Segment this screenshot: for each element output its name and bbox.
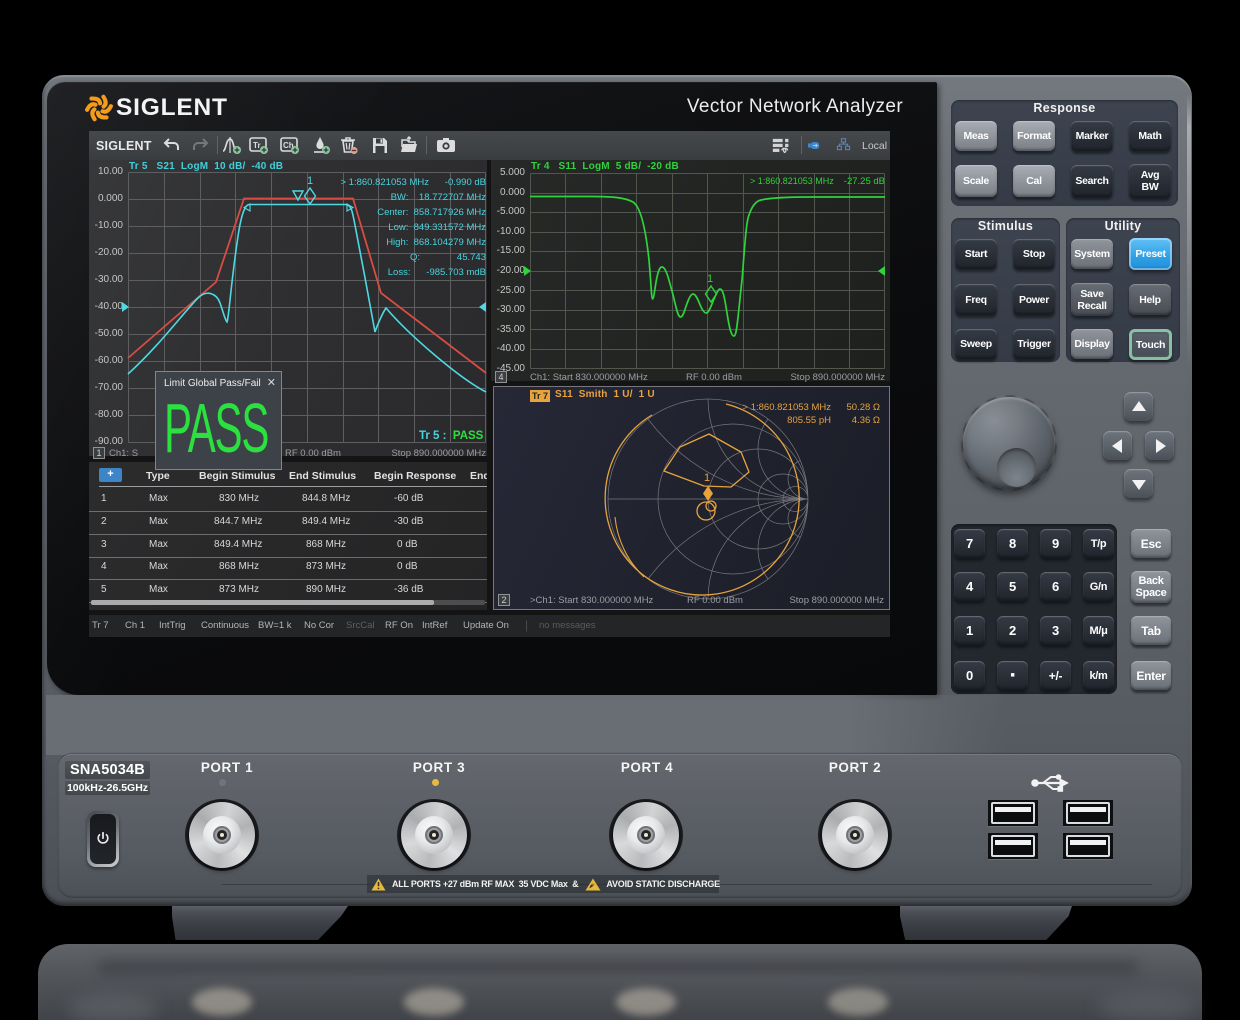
svg-text:1: 1 [707,273,713,285]
svg-text:1: 1 [704,472,710,484]
svg-text:Tr: Tr [253,141,261,150]
